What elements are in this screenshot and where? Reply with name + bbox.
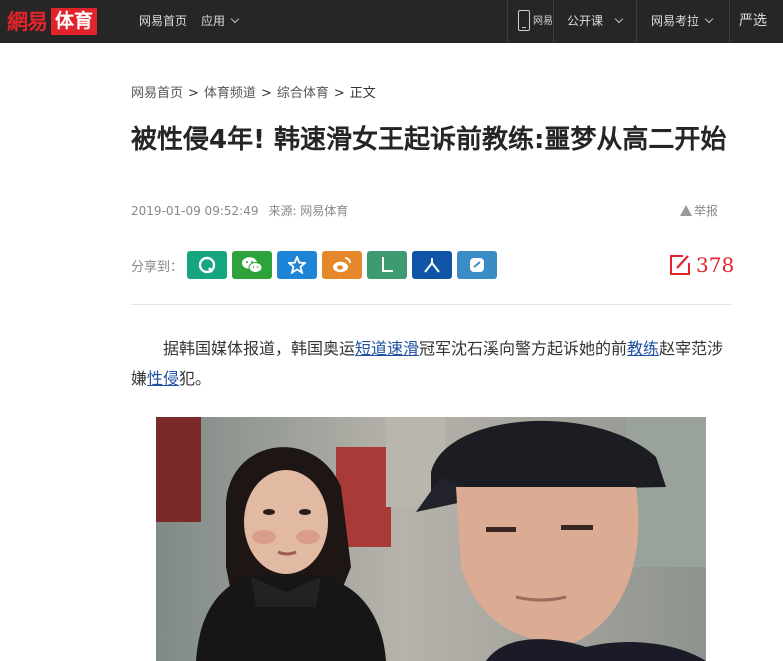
photo-illustration: [156, 417, 706, 661]
comment-count: 378: [696, 253, 735, 277]
nav-divider: [507, 0, 508, 43]
article-photo: [156, 417, 706, 661]
report-label: 举报: [694, 204, 719, 218]
paragraph-text: 据韩国媒体报道，韩国奥运: [163, 339, 356, 358]
apps-menu-label: 应用: [201, 14, 226, 28]
breadcrumb-separator: >: [188, 86, 199, 101]
share-qq-button[interactable]: [187, 251, 227, 279]
nav-divider: [553, 0, 554, 43]
netease-sports-logo[interactable]: 網易 体育: [7, 6, 98, 36]
report-link[interactable]: 举报: [680, 202, 718, 219]
nav-divider: [729, 0, 730, 43]
share-qzone-button[interactable]: [277, 251, 317, 279]
share-label: 分享到：: [131, 260, 184, 275]
chevron-down-icon: [230, 14, 240, 24]
mobile-app-label[interactable]: 网易: [533, 0, 553, 43]
logo-channel-text: 体育: [51, 7, 98, 35]
breadcrumb-current: 正文: [349, 86, 376, 101]
coach-link[interactable]: 教练: [627, 339, 659, 358]
apps-menu[interactable]: 应用: [201, 0, 240, 43]
breadcrumb-general-sports[interactable]: 综合体育: [277, 86, 329, 101]
breadcrumb: 网易首页 > 体育频道 > 综合体育 > 正文: [131, 82, 376, 101]
paragraph-text: 犯。: [179, 369, 212, 388]
weibo-icon: [333, 257, 351, 273]
mobile-phone-icon[interactable]: [518, 10, 530, 31]
yanxuan-menu[interactable]: 严选: [739, 0, 767, 43]
publish-timestamp: 2019-01-09 09:52:49: [131, 204, 259, 218]
kaola-menu[interactable]: 网易考拉: [651, 0, 714, 43]
chevron-down-icon: [614, 14, 624, 24]
chevron-down-icon: [704, 14, 714, 24]
kaola-label: 网易考拉: [651, 14, 700, 28]
share-wechat-button[interactable]: [232, 251, 272, 279]
short-track-link[interactable]: 短道速滑: [355, 339, 419, 358]
paragraph-text: 冠军沈石溪向警方起诉她的前: [419, 339, 628, 358]
renren-icon: [424, 258, 440, 273]
breadcrumb-home[interactable]: 网易首页: [131, 86, 183, 101]
top-navigation-bar: 網易 体育 网易首页 应用 网易 公开课 网易考拉 严选: [0, 0, 783, 43]
nav-divider: [636, 0, 637, 43]
share-yixin-button[interactable]: [457, 251, 497, 279]
comment-count-link[interactable]: 378: [668, 251, 734, 279]
article-paragraph: 据韩国媒体报道，韩国奥运短道速滑冠军沈石溪向警方起诉她的前教练赵宰范涉嫌性侵犯。: [131, 334, 731, 394]
open-course-label: 公开课: [567, 14, 604, 28]
open-course-menu[interactable]: 公开课: [567, 0, 624, 43]
edit-comment-icon: [670, 255, 690, 275]
breadcrumb-sports-channel[interactable]: 体育频道: [204, 86, 256, 101]
logo-brand-text: 網易: [7, 9, 48, 34]
share-renren-button[interactable]: [412, 251, 452, 279]
qzone-star-icon: [288, 256, 306, 274]
home-link[interactable]: 网易首页: [139, 0, 187, 43]
breadcrumb-separator: >: [260, 86, 272, 101]
article-title: 被性侵4年! 韩速滑女王起诉前教练:噩梦从高二开始: [131, 125, 727, 155]
lofter-icon: [382, 257, 393, 272]
yixin-icon: [470, 258, 484, 272]
breadcrumb-separator: >: [333, 86, 345, 101]
share-weibo-button[interactable]: [322, 251, 362, 279]
article-meta: 2019-01-09 09:52:49 来源: 网易体育: [131, 202, 348, 219]
article-source: 来源: 网易体育: [268, 204, 349, 218]
yanxuan-label: 严选: [739, 13, 767, 29]
share-lofter-button[interactable]: [367, 251, 407, 279]
sexual-assault-link[interactable]: 性侵: [147, 369, 179, 388]
share-divider: [131, 304, 731, 305]
warning-icon: [680, 205, 692, 216]
wechat-icon: [242, 257, 263, 273]
qq-icon: [198, 256, 216, 274]
